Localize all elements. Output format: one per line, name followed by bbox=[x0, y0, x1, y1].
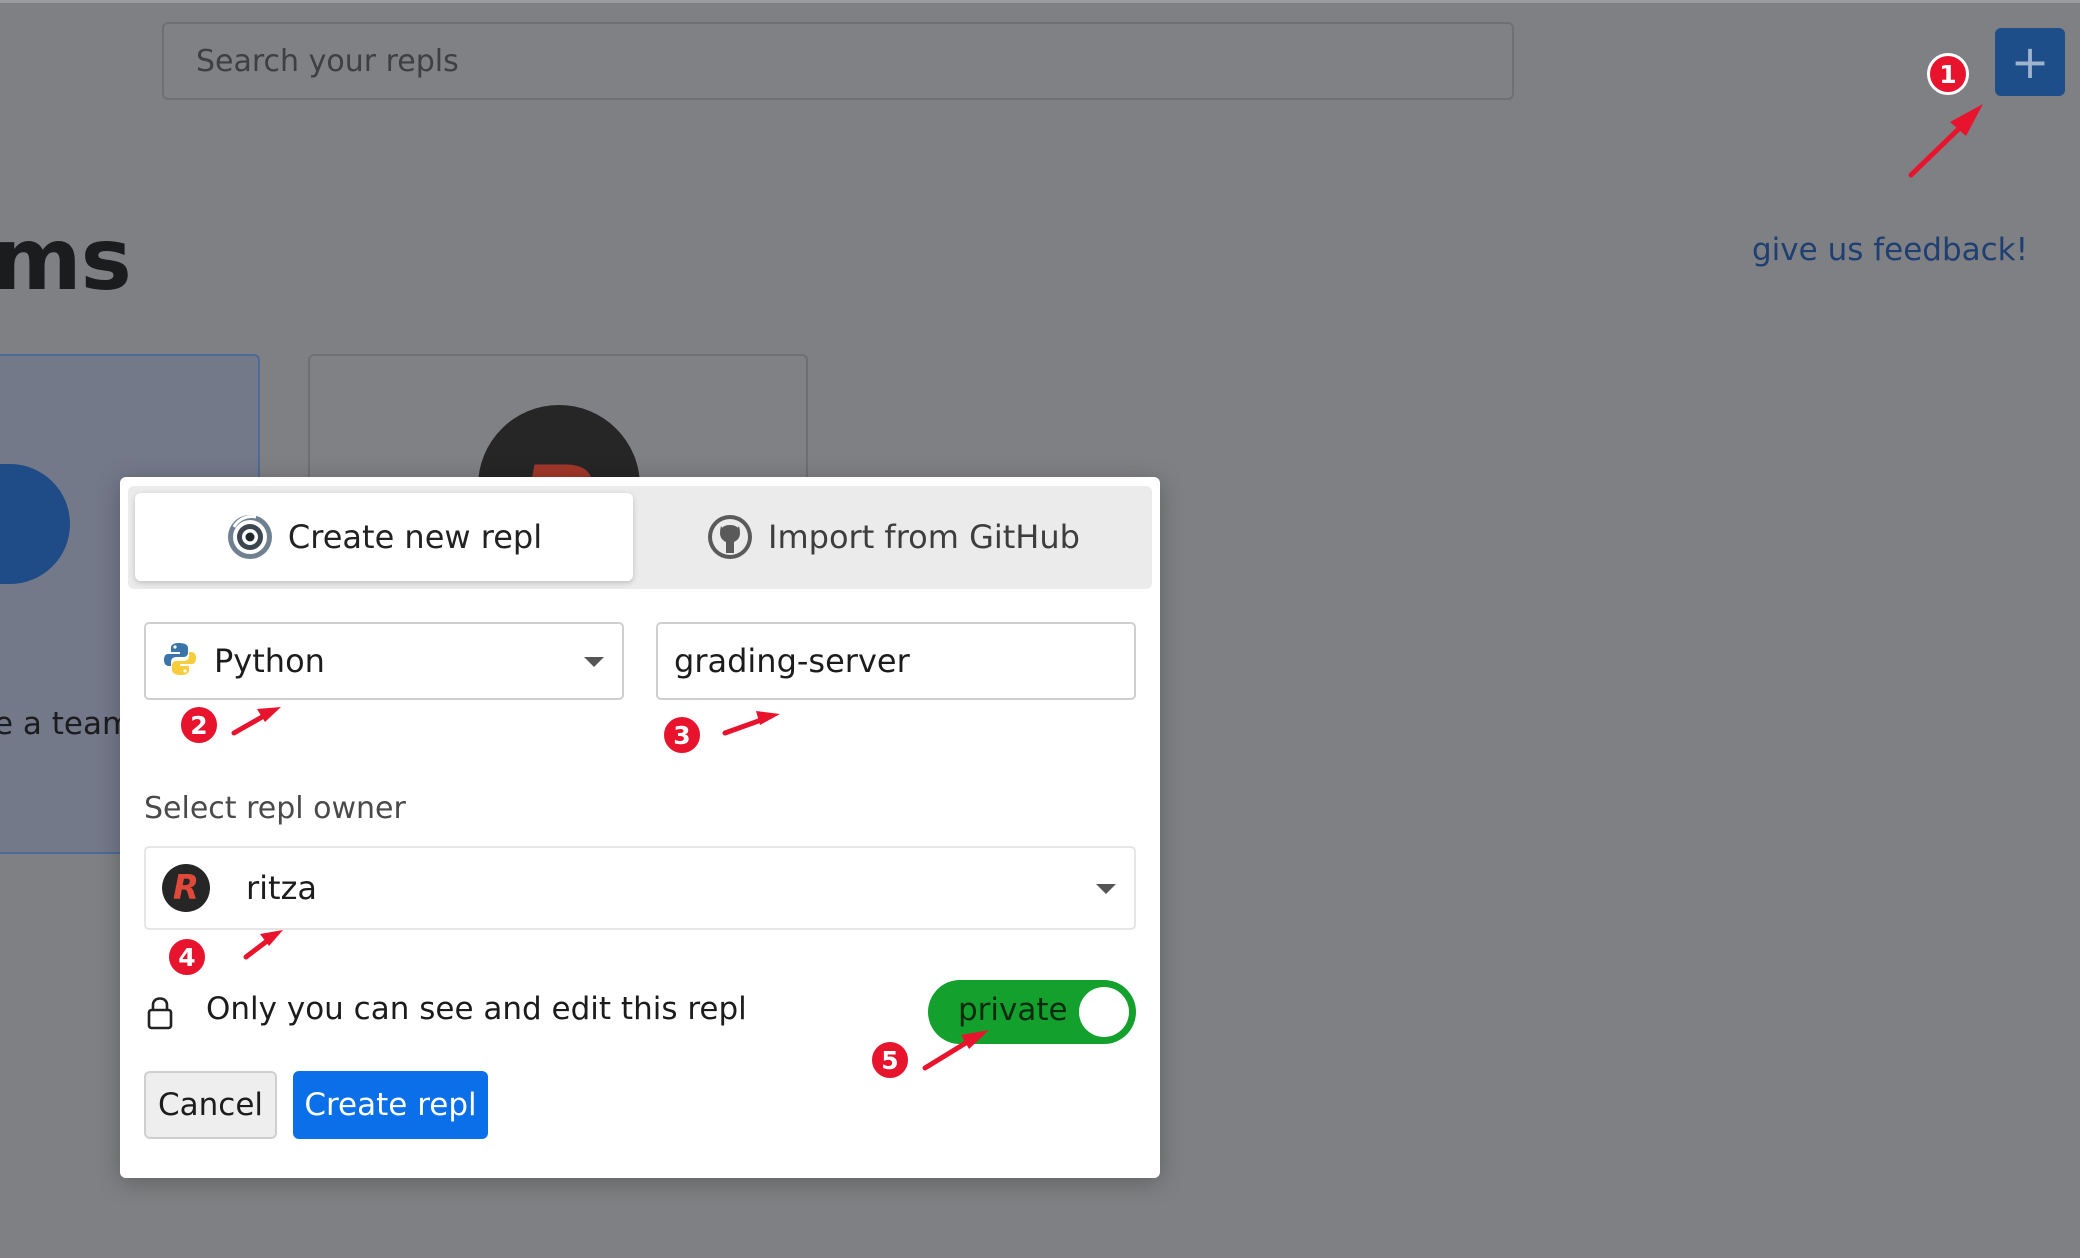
create-repl-button[interactable]: Create repl bbox=[293, 1071, 488, 1139]
privacy-description: Only you can see and edit this repl bbox=[206, 991, 747, 1027]
annotation-badge-4: 4 bbox=[166, 936, 208, 978]
annotation-badge-3: 3 bbox=[661, 714, 703, 756]
chevron-down-icon bbox=[1096, 884, 1116, 894]
privacy-toggle-label: private bbox=[958, 992, 1068, 1028]
owner-avatar: R bbox=[162, 864, 210, 912]
privacy-row: Only you can see and edit this repl priv… bbox=[144, 980, 1136, 1046]
repl-name-input[interactable]: grading-server bbox=[656, 622, 1136, 700]
owner-label: Select repl owner bbox=[144, 791, 406, 826]
modal-tab-bar: Create new repl Import from GitHub bbox=[128, 486, 1152, 589]
search-placeholder: Search your repls bbox=[196, 43, 459, 79]
tab-import-from-github[interactable]: Import from GitHub bbox=[641, 493, 1145, 581]
language-select[interactable]: Python bbox=[144, 622, 624, 700]
plus-icon: + bbox=[2010, 35, 2050, 89]
privacy-toggle[interactable]: private bbox=[928, 980, 1136, 1044]
lock-icon bbox=[147, 996, 173, 1034]
replit-logo-icon bbox=[226, 513, 274, 561]
new-repl-button[interactable]: + bbox=[1995, 28, 2065, 96]
feedback-link[interactable]: give us feedback! bbox=[1752, 232, 2028, 268]
github-icon bbox=[706, 513, 754, 561]
top-border bbox=[0, 0, 2080, 3]
owner-avatar-letter: R bbox=[172, 868, 200, 908]
owner-select[interactable]: R ritza bbox=[144, 846, 1136, 930]
language-select-value: Python bbox=[214, 642, 325, 680]
tab-import-from-github-label: Import from GitHub bbox=[768, 518, 1080, 556]
annotation-arrowhead-1 bbox=[1950, 104, 1983, 136]
page-title: ms bbox=[0, 210, 132, 310]
annotation-badge-5: 5 bbox=[869, 1039, 911, 1081]
search-input[interactable]: Search your repls bbox=[162, 22, 1514, 100]
chevron-down-icon bbox=[584, 657, 604, 667]
tab-create-new-repl[interactable]: Create new repl bbox=[135, 493, 633, 581]
annotation-badge-2: 2 bbox=[178, 704, 220, 746]
cancel-button[interactable]: Cancel bbox=[144, 1071, 277, 1139]
annotation-badge-1: 1 bbox=[1927, 53, 1969, 95]
repl-name-value: grading-server bbox=[674, 642, 910, 680]
toggle-knob bbox=[1079, 987, 1129, 1037]
python-icon bbox=[162, 641, 198, 681]
create-team-label: e a team bbox=[0, 706, 133, 742]
tab-create-new-repl-label: Create new repl bbox=[287, 518, 543, 556]
create-repl-modal: Create new repl Import from GitHub Pytho… bbox=[120, 477, 1160, 1178]
owner-select-value: ritza bbox=[246, 869, 317, 907]
annotation-arrow-1 bbox=[1908, 114, 1974, 178]
